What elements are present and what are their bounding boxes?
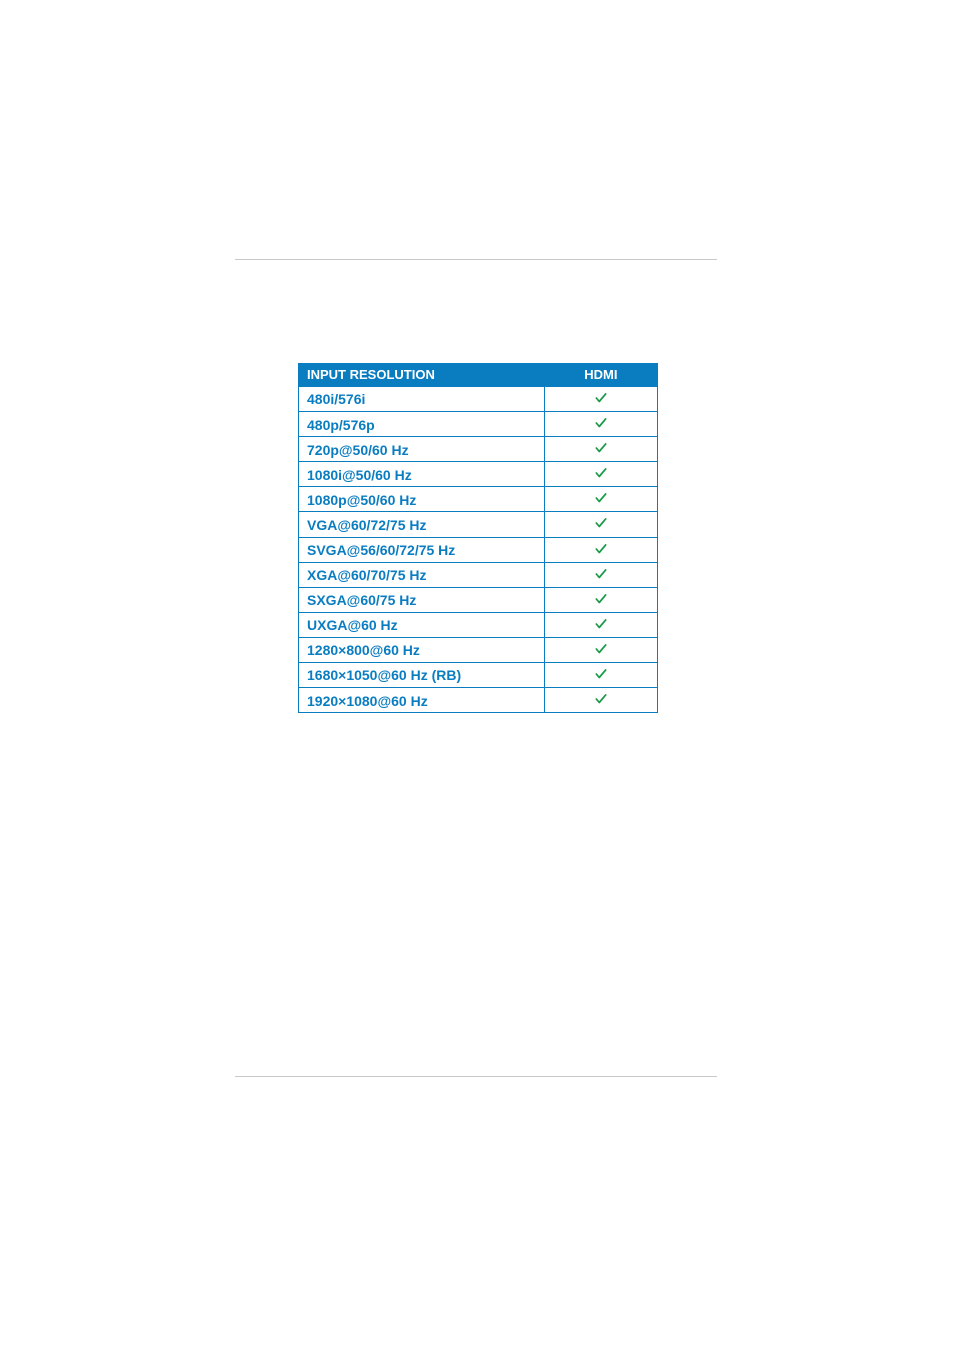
table-row: 1920×1080@60 Hz	[299, 688, 658, 713]
hdmi-cell	[544, 412, 657, 437]
hdmi-cell	[544, 512, 657, 537]
table-row: 720p@50/60 Hz	[299, 437, 658, 462]
resolution-cell: 480p/576p	[299, 412, 545, 437]
resolution-cell: 1680×1050@60 Hz (RB)	[299, 662, 545, 687]
header-input-resolution: INPUT RESOLUTION	[299, 364, 545, 387]
check-icon	[594, 642, 608, 656]
table-row: XGA@60/70/75 Hz	[299, 562, 658, 587]
table-row: 1080i@50/60 Hz	[299, 462, 658, 487]
table-row: UXGA@60 Hz	[299, 612, 658, 637]
hdmi-cell	[544, 487, 657, 512]
table-row: VGA@60/72/75 Hz	[299, 512, 658, 537]
table-row: 480i/576i	[299, 386, 658, 411]
hdmi-cell	[544, 612, 657, 637]
check-icon	[594, 617, 608, 631]
table-row: 1680×1050@60 Hz (RB)	[299, 662, 658, 687]
table-row: 480p/576p	[299, 412, 658, 437]
check-icon	[594, 416, 608, 430]
hdmi-cell	[544, 537, 657, 562]
resolution-cell: SVGA@56/60/72/75 Hz	[299, 537, 545, 562]
table-row: 1280×800@60 Hz	[299, 637, 658, 662]
resolution-cell: 1280×800@60 Hz	[299, 637, 545, 662]
resolution-table: INPUT RESOLUTION HDMI 480i/576i480p/576p…	[298, 363, 658, 713]
resolution-cell: VGA@60/72/75 Hz	[299, 512, 545, 537]
resolution-cell: 1080i@50/60 Hz	[299, 462, 545, 487]
hdmi-cell	[544, 462, 657, 487]
check-icon	[594, 466, 608, 480]
table-row: 1080p@50/60 Hz	[299, 487, 658, 512]
resolution-cell: SXGA@60/75 Hz	[299, 587, 545, 612]
hdmi-cell	[544, 386, 657, 411]
hdmi-cell	[544, 662, 657, 687]
bottom-divider	[235, 1076, 717, 1077]
check-icon	[594, 391, 608, 405]
top-divider	[235, 259, 717, 260]
header-hdmi: HDMI	[544, 364, 657, 387]
hdmi-cell	[544, 562, 657, 587]
check-icon	[594, 516, 608, 530]
resolution-cell: 480i/576i	[299, 386, 545, 411]
check-icon	[594, 491, 608, 505]
table-row: SXGA@60/75 Hz	[299, 587, 658, 612]
table-header-row: INPUT RESOLUTION HDMI	[299, 364, 658, 387]
resolution-cell: XGA@60/70/75 Hz	[299, 562, 545, 587]
resolution-cell: 720p@50/60 Hz	[299, 437, 545, 462]
check-icon	[594, 567, 608, 581]
resolution-cell: 1080p@50/60 Hz	[299, 487, 545, 512]
table-row: SVGA@56/60/72/75 Hz	[299, 537, 658, 562]
check-icon	[594, 667, 608, 681]
check-icon	[594, 692, 608, 706]
resolution-cell: 1920×1080@60 Hz	[299, 688, 545, 713]
hdmi-cell	[544, 437, 657, 462]
page: INPUT RESOLUTION HDMI 480i/576i480p/576p…	[0, 0, 954, 1351]
hdmi-cell	[544, 637, 657, 662]
hdmi-cell	[544, 688, 657, 713]
check-icon	[594, 542, 608, 556]
hdmi-cell	[544, 587, 657, 612]
check-icon	[594, 592, 608, 606]
resolution-cell: UXGA@60 Hz	[299, 612, 545, 637]
check-icon	[594, 441, 608, 455]
table-body: 480i/576i480p/576p720p@50/60 Hz1080i@50/…	[299, 386, 658, 712]
